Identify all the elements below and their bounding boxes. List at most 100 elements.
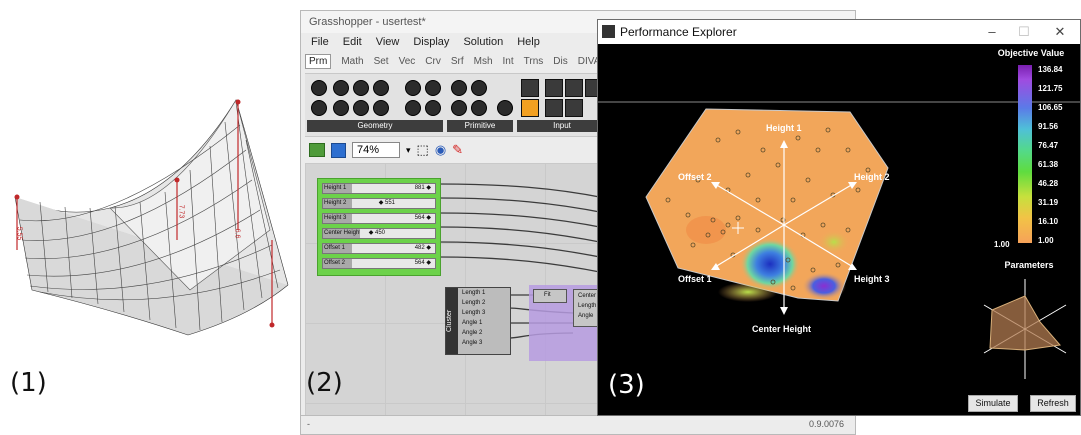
- tab-srf[interactable]: Srf: [451, 56, 464, 67]
- menu-edit[interactable]: Edit: [343, 36, 362, 48]
- tab-math[interactable]: Math: [341, 56, 363, 67]
- zoom-field[interactable]: 74%: [352, 142, 400, 158]
- slider-value: 564 ◆: [414, 215, 431, 221]
- legend-tick: 1.00: [1038, 236, 1054, 245]
- component-icon[interactable]: [545, 79, 563, 97]
- panel-label-2: (2): [306, 368, 343, 398]
- paint-icon[interactable]: ✎: [452, 142, 463, 158]
- component-icon[interactable]: [353, 100, 369, 116]
- ribbon-group-primitive: Primitive: [447, 120, 513, 132]
- legend-tick: 106.65: [1038, 103, 1063, 112]
- slider-center-height[interactable]: Center Height ◆ 450: [322, 228, 436, 239]
- tab-int[interactable]: Int: [503, 56, 514, 67]
- component-icon[interactable]: [451, 80, 467, 96]
- legend-tick: 121.75: [1038, 84, 1063, 93]
- cluster-label: Cluster: [446, 288, 458, 354]
- axis-label-offset-2: Offset 2: [678, 172, 712, 182]
- component-icon[interactable]: [471, 80, 487, 96]
- component-icon[interactable]: [565, 79, 583, 97]
- legend-title: Objective Value: [997, 48, 1065, 58]
- legend-tick: 61.38: [1038, 160, 1059, 169]
- slider-value: 881 ◆: [414, 185, 431, 191]
- component-icon[interactable]: [497, 100, 513, 116]
- dimension-label: 6.6: [233, 228, 241, 239]
- component-icon[interactable]: [545, 99, 563, 117]
- slider-offset-1[interactable]: Offset 1 482 ◆: [322, 243, 436, 254]
- slider-name: Height 1: [323, 184, 352, 193]
- tab-set[interactable]: Set: [374, 56, 389, 67]
- menu-solution[interactable]: Solution: [463, 36, 503, 48]
- zoom-extents-icon[interactable]: ⬚: [417, 142, 429, 158]
- menu-help[interactable]: Help: [517, 36, 540, 48]
- parameters-radar: [983, 279, 1067, 379]
- slider-offset-2[interactable]: Offset 2 564 ◆: [322, 258, 436, 269]
- component-icon[interactable]: [521, 79, 539, 97]
- fit-label: Fit: [544, 292, 551, 298]
- axis-label-height-3: Height 3: [854, 274, 890, 284]
- axis-label-offset-1: Offset 1: [678, 274, 712, 284]
- cluster-component[interactable]: Cluster Length 1 Length 2 Length 3 Angle…: [445, 287, 511, 355]
- save-icon[interactable]: [331, 142, 346, 158]
- menu-file[interactable]: File: [311, 36, 329, 48]
- slider-value: 564 ◆: [414, 260, 431, 266]
- slider-name: Offset 1: [323, 244, 352, 253]
- panel-label-3: (3): [608, 370, 645, 400]
- parameters-title: Parameters: [1004, 260, 1054, 270]
- component-icon[interactable]: [451, 100, 467, 116]
- slider-height-2[interactable]: Height 2 ◆ 551: [322, 198, 436, 209]
- slider-height-3[interactable]: Height 3 564 ◆: [322, 213, 436, 224]
- param-port: Center: [578, 293, 597, 299]
- tab-trns[interactable]: Trns: [524, 56, 544, 67]
- simulate-button[interactable]: Simulate: [968, 395, 1018, 412]
- legend-tick: 46.28: [1038, 179, 1059, 188]
- chevron-down-icon[interactable]: ▾: [406, 145, 411, 156]
- color-scale-bar: [1018, 65, 1032, 243]
- dimension-label: 7.73: [177, 204, 185, 219]
- menu-view[interactable]: View: [376, 36, 400, 48]
- panel-label-1: (1): [10, 368, 47, 398]
- component-icon[interactable]: [333, 100, 349, 116]
- slider-name: Height 2: [323, 199, 352, 208]
- slider-height-1[interactable]: Height 1 881 ◆: [322, 183, 436, 194]
- component-icon[interactable]: [311, 80, 327, 96]
- param-port: Angle: [578, 313, 594, 319]
- tab-crv[interactable]: Crv: [425, 56, 441, 67]
- dimension-label: 5.55: [15, 226, 23, 241]
- ribbon-group-input: Input: [517, 120, 607, 132]
- surface-mesh-drawing: [14, 99, 289, 336]
- tab-prm[interactable]: Prm: [305, 53, 332, 69]
- component-icon[interactable]: [311, 100, 327, 116]
- open-file-icon[interactable]: [309, 143, 325, 157]
- legend-tick: 31.19: [1038, 198, 1059, 207]
- performance-explorer-window: Performance Explorer – ☐ ✕ Height 1 Heig…: [597, 19, 1081, 416]
- tab-vec[interactable]: Vec: [399, 56, 416, 67]
- refresh-button[interactable]: Refresh: [1030, 395, 1076, 412]
- cluster-port: Angle 3: [462, 340, 483, 346]
- legend-tick: 16.10: [1038, 217, 1059, 226]
- menu-display[interactable]: Display: [413, 36, 449, 48]
- slider-value: ◆ 551: [378, 200, 395, 206]
- component-icon[interactable]: [373, 80, 389, 96]
- component-icon[interactable]: [425, 100, 441, 116]
- component-icon[interactable]: [565, 99, 583, 117]
- component-icon[interactable]: [405, 80, 421, 96]
- model-view: 5.55 7.73 6.6: [0, 80, 300, 340]
- axis-label-height-2: Height 2: [854, 172, 890, 182]
- cluster-port: Angle 1: [462, 320, 483, 326]
- preview-eye-icon[interactable]: ◉: [435, 142, 446, 158]
- tab-msh[interactable]: Msh: [474, 56, 493, 67]
- legend-tick: 91.56: [1038, 122, 1059, 131]
- component-icon[interactable]: [353, 80, 369, 96]
- status-bar: - 0.9.0076: [301, 415, 855, 434]
- component-icon[interactable]: [405, 100, 421, 116]
- component-icon[interactable]: [425, 80, 441, 96]
- slider-group: Height 1 881 ◆ Height 2 ◆ 551 Height 3 564 …: [317, 178, 441, 276]
- component-icon[interactable]: [471, 100, 487, 116]
- tab-dis[interactable]: Dis: [553, 56, 567, 67]
- slider-value: ◆ 450: [368, 230, 385, 236]
- component-icon[interactable]: [373, 100, 389, 116]
- component-icon[interactable]: [333, 80, 349, 96]
- component-icon[interactable]: [521, 99, 539, 117]
- axis-label-center-height: Center Height: [752, 324, 812, 334]
- fit-component[interactable]: Fit: [533, 289, 567, 303]
